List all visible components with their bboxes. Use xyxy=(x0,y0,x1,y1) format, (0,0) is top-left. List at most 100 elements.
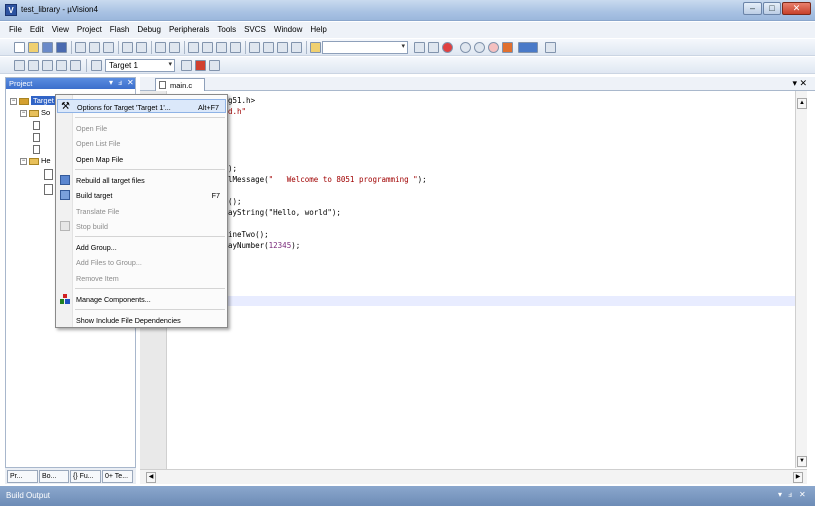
menu-open-file[interactable]: Open File xyxy=(57,121,226,135)
vertical-scrollbar[interactable]: ▲ ▼ xyxy=(795,91,807,468)
window-layout-icon[interactable] xyxy=(518,42,538,53)
pane-close-icon[interactable]: ✕ xyxy=(799,490,806,499)
menu-tools[interactable]: Tools xyxy=(213,22,240,34)
comment-icon[interactable] xyxy=(277,42,288,53)
menu-debug[interactable]: Debug xyxy=(133,22,165,34)
tree-file[interactable] xyxy=(33,144,40,154)
menu-window[interactable]: Window xyxy=(270,22,306,34)
uncomment-icon[interactable] xyxy=(291,42,302,53)
translate-icon[interactable] xyxy=(14,60,25,71)
find-combo[interactable]: ▾ xyxy=(322,41,408,54)
tab-templates[interactable]: 0+ Te... xyxy=(102,470,133,483)
menu-open-map-file[interactable]: Open Map File xyxy=(57,152,226,166)
editor-close-icon[interactable]: ▾ ✕ xyxy=(792,78,807,89)
find-icon[interactable] xyxy=(414,42,425,53)
breakpoint-icon[interactable] xyxy=(460,42,471,53)
pane-menu-icon[interactable]: ▾ xyxy=(109,78,113,87)
tree-group-header[interactable]: − He xyxy=(20,156,51,165)
indent-icon[interactable] xyxy=(249,42,260,53)
menu-rebuild-all[interactable]: Rebuild all target files xyxy=(57,173,226,187)
menu-build-target[interactable]: Build target F7 xyxy=(57,188,226,202)
menu-remove-item[interactable]: Remove Item xyxy=(57,271,226,285)
menu-svcs[interactable]: SVCS xyxy=(240,22,270,34)
configure-icon[interactable] xyxy=(502,42,513,53)
tree-file[interactable] xyxy=(33,120,40,130)
prev-bookmark-icon[interactable] xyxy=(202,42,213,53)
menu-edit[interactable]: Edit xyxy=(26,22,48,34)
target-select[interactable]: Target 1 ▾ xyxy=(105,59,175,72)
collapse-icon[interactable]: − xyxy=(20,109,27,117)
scroll-up-icon[interactable]: ▲ xyxy=(797,98,807,109)
download-icon[interactable] xyxy=(91,60,102,71)
menu-help[interactable]: Help xyxy=(306,22,330,34)
open-folder-icon[interactable] xyxy=(28,42,39,53)
menu-options-for-target[interactable]: ⚒ Options for Target 'Target 1'... Alt+F… xyxy=(57,99,226,113)
collapse-icon[interactable]: − xyxy=(10,97,17,105)
menu-add-group[interactable]: Add Group... xyxy=(57,240,226,254)
disable-breakpoint-icon[interactable] xyxy=(474,42,485,53)
next-bookmark-icon[interactable] xyxy=(216,42,227,53)
code-line: ); xyxy=(228,164,238,173)
rebuild-icon[interactable] xyxy=(42,60,53,71)
kill-breakpoints-icon[interactable] xyxy=(488,42,499,53)
tree-group-source[interactable]: − So xyxy=(20,108,50,117)
file-toolbar: ▾ xyxy=(0,39,815,56)
build-icon[interactable] xyxy=(28,60,39,71)
redo-icon[interactable] xyxy=(136,42,147,53)
file-extensions-icon[interactable] xyxy=(209,60,220,71)
bookmark-icon[interactable] xyxy=(188,42,199,53)
tab-books[interactable]: Bo... xyxy=(39,470,69,483)
collapse-icon[interactable]: − xyxy=(20,157,27,165)
menu-translate-file[interactable]: Translate File xyxy=(57,204,226,218)
manage-components-icon[interactable] xyxy=(195,60,206,71)
incremental-find-icon[interactable] xyxy=(428,42,439,53)
menu-file[interactable]: File xyxy=(0,22,26,34)
minimize-button[interactable]: – xyxy=(743,2,762,15)
menu-project[interactable]: Project xyxy=(73,22,106,34)
pin-icon[interactable]: ⅎ xyxy=(788,490,792,499)
build-output-title: Build Output xyxy=(6,491,51,500)
menu-show-include-deps[interactable]: Show Include File Dependencies xyxy=(57,313,226,327)
wrench-icon[interactable] xyxy=(545,42,556,53)
scroll-down-icon[interactable]: ▼ xyxy=(797,456,807,467)
target-options-icon[interactable] xyxy=(181,60,192,71)
tree-file[interactable] xyxy=(44,184,53,195)
menu-add-files-to-group[interactable]: Add Files to Group... xyxy=(57,255,226,269)
cut-icon[interactable] xyxy=(75,42,86,53)
nav-forward-icon[interactable] xyxy=(169,42,180,53)
paste-icon[interactable] xyxy=(103,42,114,53)
horizontal-scrollbar[interactable]: ◀ ▶ xyxy=(140,469,807,484)
stop-build-icon[interactable] xyxy=(70,60,81,71)
find-in-files-icon[interactable] xyxy=(310,42,321,53)
batch-build-icon[interactable] xyxy=(56,60,67,71)
menu-peripherals[interactable]: Peripherals xyxy=(165,22,213,34)
tab-functions[interactable]: {} Fu... xyxy=(70,470,101,483)
menu-flash[interactable]: Flash xyxy=(106,22,134,34)
undo-icon[interactable] xyxy=(122,42,133,53)
pane-menu-icon[interactable]: ▾ xyxy=(778,490,782,499)
save-icon[interactable] xyxy=(42,42,53,53)
scroll-right-icon[interactable]: ▶ xyxy=(793,472,803,483)
menu-open-list-file[interactable]: Open List File xyxy=(57,136,226,150)
tree-file[interactable] xyxy=(44,169,53,180)
unindent-icon[interactable] xyxy=(263,42,274,53)
pane-close-icon[interactable]: ✕ xyxy=(127,78,134,87)
copy-icon[interactable] xyxy=(89,42,100,53)
close-button[interactable]: ✕ xyxy=(782,2,811,15)
tree-file[interactable] xyxy=(33,132,40,142)
components-icon xyxy=(60,294,70,304)
menu-view[interactable]: View xyxy=(48,22,73,34)
debug-start-icon[interactable] xyxy=(442,42,453,53)
menu-manage-components[interactable]: Manage Components... xyxy=(57,292,226,306)
save-all-icon[interactable] xyxy=(56,42,67,53)
code-editor[interactable] xyxy=(167,91,795,469)
nav-back-icon[interactable] xyxy=(155,42,166,53)
pin-icon[interactable]: ⅎ xyxy=(118,78,122,87)
tab-project[interactable]: Pr... xyxy=(7,470,38,483)
new-file-icon[interactable] xyxy=(14,42,25,53)
scroll-left-icon[interactable]: ◀ xyxy=(146,472,156,483)
clear-bookmarks-icon[interactable] xyxy=(230,42,241,53)
maximize-button[interactable]: □ xyxy=(763,2,781,15)
menu-stop-build[interactable]: Stop build xyxy=(57,219,226,233)
tab-main-c[interactable]: main.c xyxy=(155,78,205,91)
